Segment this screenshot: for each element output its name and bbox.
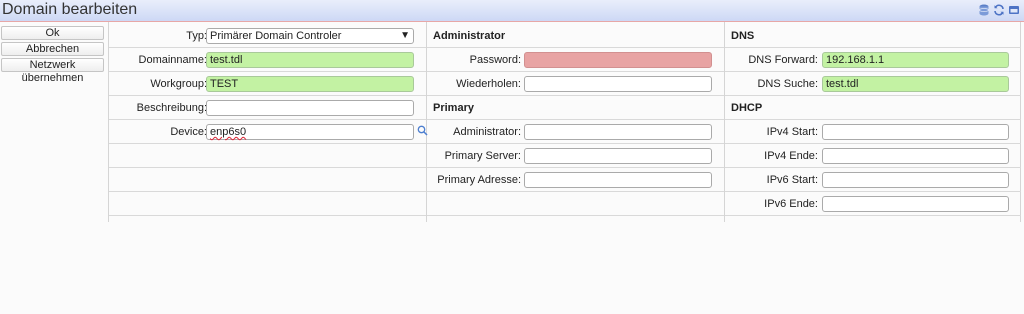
primary-adresse-input[interactable] — [524, 172, 712, 188]
ipv4-ende-label: IPv4 Ende: — [764, 150, 818, 162]
ipv4-start-input[interactable] — [822, 124, 1009, 140]
primary-heading: Primary — [433, 102, 474, 114]
device-label: Device: — [170, 126, 207, 138]
dns-suche-label: DNS Suche: — [757, 78, 818, 90]
ipv6-ende-label: IPv6 Ende: — [764, 198, 818, 210]
database-icon[interactable] — [978, 4, 990, 16]
window-icon[interactable] — [1008, 4, 1020, 16]
dhcp-heading: DHCP — [731, 102, 763, 114]
ipv4-start-label: IPv4 Start: — [766, 126, 818, 138]
dhcp-heading-row: DHCP — [725, 96, 1021, 120]
primary-admin-row: Administrator: — [427, 120, 724, 144]
window-title: Domain bearbeiten — [2, 1, 138, 18]
ipv6-start-row: IPv6 Start: — [725, 168, 1021, 192]
workgroup-row: Workgroup: — [109, 72, 426, 96]
ipv4-ende-row: IPv4 Ende: — [725, 144, 1021, 168]
empty-row — [109, 192, 426, 216]
apply-network-button[interactable]: Netzwerk übernehmen — [1, 58, 104, 84]
ipv6-ende-row: IPv6 Ende: — [725, 192, 1021, 216]
workgroup-input[interactable] — [206, 76, 414, 92]
primary-server-row: Primary Server: — [427, 144, 724, 168]
dns-suche-row: DNS Suche: — [725, 72, 1021, 96]
empty-row — [109, 168, 426, 192]
password-input[interactable] — [524, 52, 712, 68]
dns-forward-row: DNS Forward: — [725, 48, 1021, 72]
primary-heading-row: Primary — [427, 96, 724, 120]
device-input[interactable]: enp6s0 — [206, 124, 414, 140]
empty-row — [427, 192, 724, 216]
domain-form: Typ: Primärer Domain Controler ▼ Domainn… — [108, 22, 1021, 222]
workgroup-label: Workgroup: — [150, 78, 207, 90]
device-row: Device: enp6s0 — [109, 120, 428, 144]
cancel-button[interactable]: Abbrechen — [1, 42, 104, 56]
beschreibung-row: Beschreibung: — [109, 96, 426, 120]
ipv4-ende-input[interactable] — [822, 148, 1009, 164]
administrator-heading-row: Administrator — [427, 24, 724, 48]
password-repeat-input[interactable] — [524, 76, 712, 92]
beschreibung-label: Beschreibung: — [136, 102, 207, 114]
dropdown-arrow-icon: ▼ — [400, 30, 410, 41]
primary-server-input[interactable] — [524, 148, 712, 164]
typ-select[interactable]: Primärer Domain Controler ▼ — [206, 28, 414, 44]
ipv6-start-input[interactable] — [822, 172, 1009, 188]
wiederholen-label: Wiederholen: — [456, 78, 521, 90]
ipv6-ende-input[interactable] — [822, 196, 1009, 212]
dns-suche-input[interactable] — [822, 76, 1009, 92]
typ-row: Typ: Primärer Domain Controler ▼ — [109, 24, 426, 48]
wiederholen-row: Wiederholen: — [427, 72, 724, 96]
domainname-label: Domainname: — [138, 54, 207, 66]
typ-label: Typ: — [186, 30, 207, 42]
ipv6-start-label: IPv6 Start: — [766, 174, 818, 186]
ipv4-start-row: IPv4 Start: — [725, 120, 1021, 144]
dns-forward-label: DNS Forward: — [748, 54, 818, 66]
domainname-row: Domainname: — [109, 48, 426, 72]
ok-button[interactable]: Ok — [1, 26, 104, 40]
refresh-icon[interactable] — [993, 4, 1005, 16]
primary-admin-input[interactable] — [524, 124, 712, 140]
beschreibung-input[interactable] — [206, 100, 414, 116]
action-buttons: Ok Abbrechen Netzwerk übernehmen — [1, 26, 104, 84]
password-label: Password: — [469, 54, 521, 66]
network-column: DNS DNS Forward: DNS Suche: DHCP IPv4 St… — [725, 22, 1021, 222]
primary-admin-label: Administrator: — [453, 126, 521, 138]
primary-server-label: Primary Server: — [444, 150, 521, 162]
general-column: Typ: Primärer Domain Controler ▼ Domainn… — [109, 22, 428, 222]
typ-value: Primärer Domain Controler — [210, 30, 342, 42]
admin-column: Administrator Password: Wiederholen: Pri… — [427, 22, 725, 222]
primary-adresse-row: Primary Adresse: — [427, 168, 724, 192]
device-value: enp6s0 — [210, 126, 247, 138]
empty-row — [109, 144, 426, 168]
title-icons — [978, 4, 1020, 16]
dns-heading-row: DNS — [725, 24, 1021, 48]
administrator-heading: Administrator — [433, 30, 506, 42]
dns-heading: DNS — [731, 30, 755, 42]
title-bar: Domain bearbeiten — [0, 0, 1024, 22]
domainname-input[interactable] — [206, 52, 414, 68]
dns-forward-input[interactable] — [822, 52, 1009, 68]
primary-adresse-label: Primary Adresse: — [437, 174, 521, 186]
password-row: Password: — [427, 48, 724, 72]
